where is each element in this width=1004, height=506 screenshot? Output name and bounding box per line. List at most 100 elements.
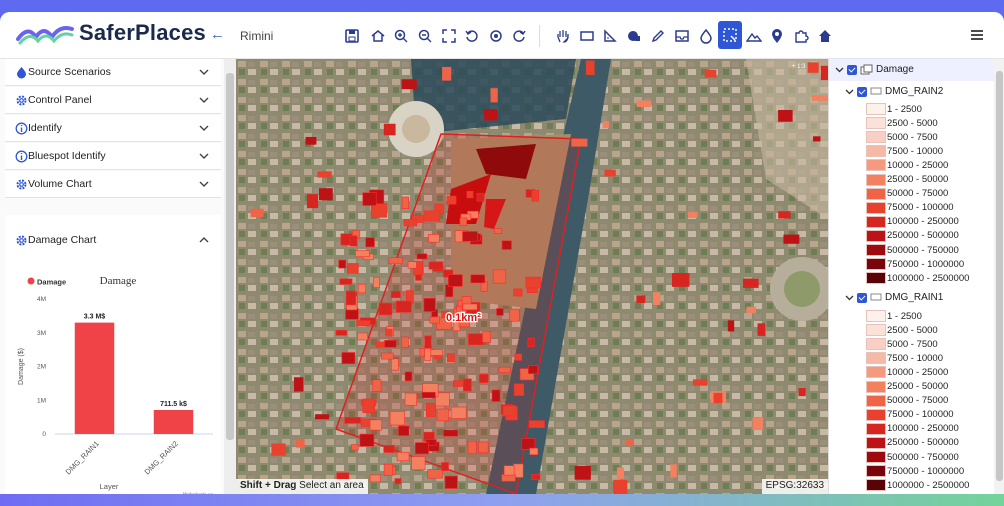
house-icon[interactable] (814, 25, 836, 47)
section-identify[interactable]: Identify (5, 115, 221, 142)
layer-checkbox[interactable] (857, 86, 867, 97)
damaged-building (783, 234, 800, 244)
x-axis-title: Layer (100, 482, 119, 491)
scrollbar-thumb[interactable] (996, 71, 1003, 481)
chevron-down-icon[interactable] (845, 87, 854, 96)
layer-row-dmg-rain2[interactable]: DMG_RAIN2 (845, 86, 943, 97)
raster-layer-icon (870, 87, 882, 95)
pin-icon[interactable] (766, 25, 788, 47)
legend-label: 500000 - 750000 (887, 244, 959, 256)
damaged-building (388, 257, 403, 265)
y-tick-label: 0 (42, 431, 46, 438)
damaged-building (571, 138, 588, 147)
legend-item: 5000 - 7500 (866, 337, 938, 351)
puzzle-icon[interactable] (790, 25, 812, 47)
layer-checkbox[interactable] (847, 64, 857, 75)
legend-label: 25000 - 50000 (887, 381, 949, 392)
damaged-building (450, 406, 467, 419)
damaged-building (294, 377, 304, 392)
hamburger-icon[interactable] (970, 29, 984, 41)
root-layer-row[interactable]: Damage (835, 64, 914, 75)
legend-item: 750000 - 1000000 (866, 257, 964, 271)
section-control-panel[interactable]: Control Panel (5, 87, 221, 114)
damaged-building (636, 100, 652, 108)
damaged-building (394, 478, 402, 485)
rotate-left-icon[interactable] (461, 25, 483, 47)
legend-label: 100000 - 250000 (887, 216, 959, 228)
legend-label: 1 - 2500 (887, 310, 922, 322)
save-icon[interactable] (341, 25, 363, 47)
fullscreen-icon[interactable] (438, 25, 460, 47)
arrow-left-icon[interactable]: ← (210, 26, 225, 43)
damaged-building (442, 66, 452, 81)
damaged-building (531, 473, 541, 481)
layer-row-dmg-rain1[interactable]: DMG_RAIN1 (845, 292, 943, 303)
damaged-building (349, 235, 358, 247)
bar (153, 409, 194, 434)
chart-title: Damage (100, 275, 137, 287)
hint-text: Select an area (296, 480, 364, 491)
damaged-building (315, 414, 330, 420)
legend-label: 5000 - 7500 (887, 338, 938, 350)
chevron-down-icon[interactable] (835, 65, 844, 74)
legend-label: 7500 - 10000 (887, 145, 943, 157)
damaged-building (636, 295, 646, 303)
select-area-icon[interactable] (718, 21, 742, 49)
damaged-building (778, 211, 791, 219)
drop-icon (17, 67, 26, 79)
rotate-right-icon[interactable] (508, 25, 530, 47)
damaged-building (295, 439, 305, 448)
pan-hand-icon[interactable] (552, 25, 574, 47)
layer-name: DMG_RAIN2 (885, 86, 944, 97)
satellite-map[interactable]: 0.1km² + 1:3 (236, 59, 828, 494)
legend-swatch (866, 451, 886, 463)
damaged-building (375, 341, 386, 348)
legend-item: 10000 - 25000 (866, 365, 948, 379)
chevron-down-icon[interactable] (845, 293, 854, 302)
damaged-building (369, 474, 381, 483)
gear-icon (16, 95, 27, 106)
damaged-building (383, 123, 396, 136)
scrollbar-thumb[interactable] (226, 73, 234, 440)
damaged-building (812, 136, 821, 142)
section-damage-chart[interactable]: Damage Chart (5, 227, 221, 254)
legend-marker (27, 277, 35, 285)
map-view[interactable]: 0.1km² + 1:3 Shift + Drag Select an area… (236, 59, 828, 494)
zoom-out-icon[interactable] (414, 25, 436, 47)
section-volume-chart[interactable]: Volume Chart (5, 171, 221, 198)
terrain-icon[interactable] (743, 25, 765, 47)
damaged-building (501, 240, 512, 250)
damaged-building (341, 352, 356, 365)
bar-data-label: 711.5 k$ (160, 401, 187, 408)
layer-panel-scrollbar[interactable] (994, 59, 1004, 494)
legend-item: 250000 - 500000 (866, 229, 959, 243)
sidebar-scrollbar[interactable] (224, 59, 236, 494)
damaged-building (468, 333, 484, 346)
damaged-building (462, 303, 478, 311)
crs-label: EPSG:32633 (761, 479, 828, 494)
draw-shape-icon[interactable] (623, 25, 645, 47)
legend-swatch (866, 187, 886, 200)
section-bluespot-identify[interactable]: Bluespot Identify (5, 143, 221, 170)
inbox-icon[interactable] (671, 25, 693, 47)
legend-label: 250000 - 500000 (887, 437, 959, 449)
damaged-building (807, 62, 819, 73)
saferplaces-logo (16, 26, 74, 45)
pencil-icon[interactable] (647, 25, 669, 47)
damaged-building (653, 292, 661, 306)
home-icon[interactable] (367, 25, 389, 47)
ruler-icon[interactable] (599, 25, 621, 47)
damaged-building (339, 278, 353, 285)
damaged-building (345, 290, 356, 306)
rectangle-icon[interactable] (576, 25, 598, 47)
target-icon[interactable] (485, 25, 507, 47)
legend-swatch (866, 244, 886, 256)
drop-icon[interactable] (695, 25, 717, 47)
layer-checkbox[interactable] (857, 292, 867, 303)
damaged-building (478, 441, 489, 454)
bar (74, 322, 115, 434)
zoom-in-icon[interactable] (390, 25, 412, 47)
legend-swatch (866, 215, 886, 228)
damaged-building (390, 290, 401, 299)
section-source-scenarios[interactable]: Source Scenarios (5, 59, 221, 86)
